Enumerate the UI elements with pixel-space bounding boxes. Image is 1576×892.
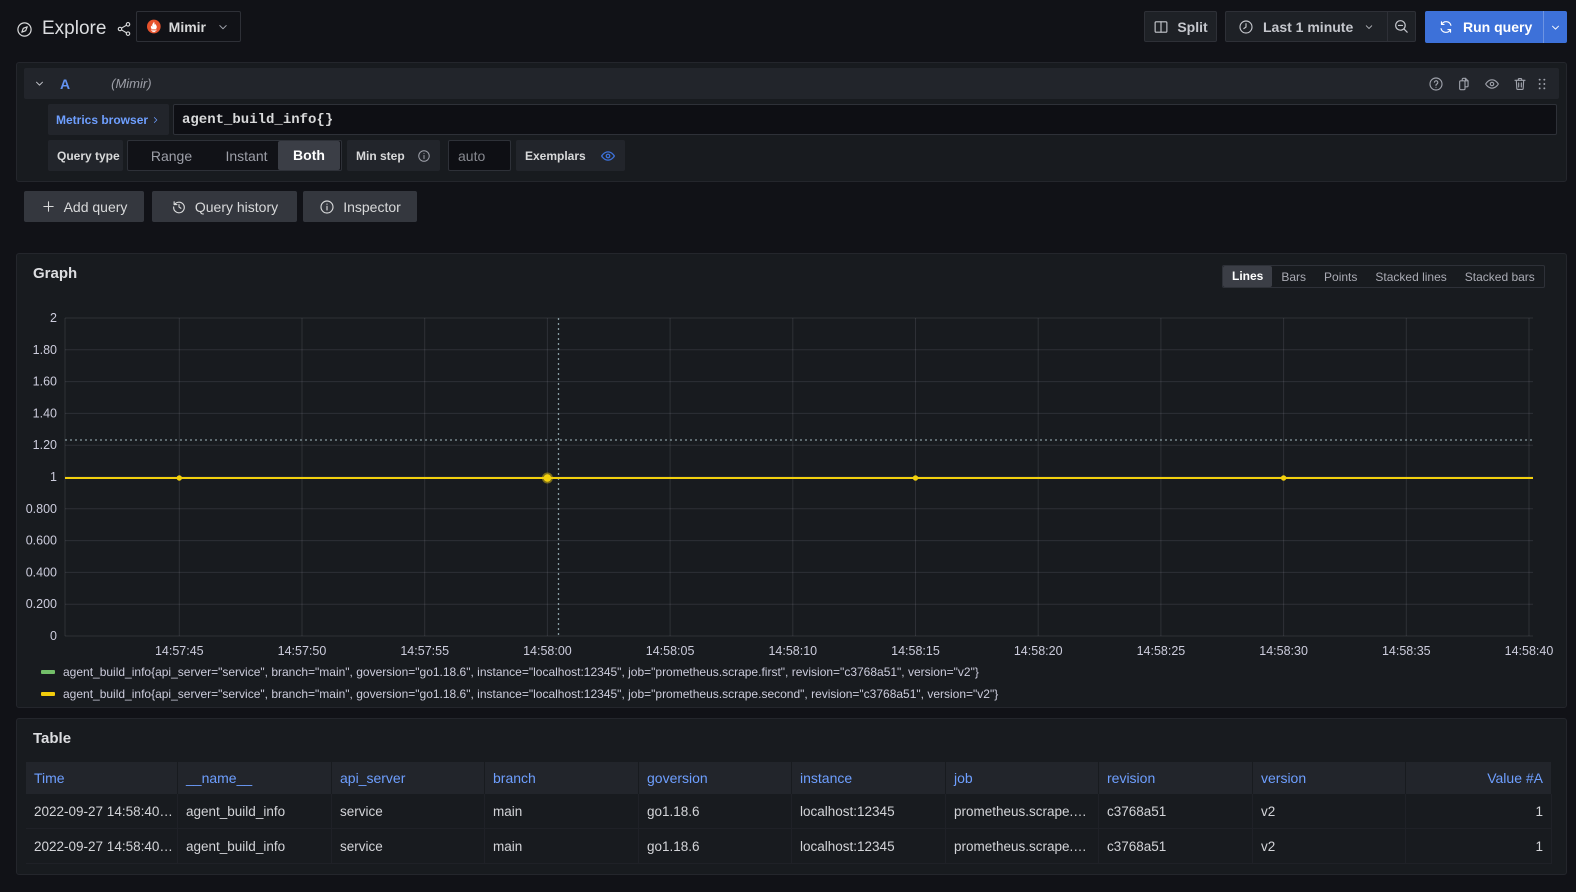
svg-text:14:58:40: 14:58:40 <box>1505 644 1554 658</box>
svg-text:0.800: 0.800 <box>26 502 57 516</box>
svg-text:14:58:25: 14:58:25 <box>1137 644 1186 658</box>
svg-text:1.60: 1.60 <box>33 375 57 389</box>
svg-text:14:58:30: 14:58:30 <box>1259 644 1308 658</box>
svg-text:1.80: 1.80 <box>33 343 57 357</box>
svg-text:2: 2 <box>50 311 57 325</box>
svg-text:1: 1 <box>50 470 57 484</box>
svg-text:14:58:15: 14:58:15 <box>891 644 940 658</box>
svg-text:0.200: 0.200 <box>26 597 57 611</box>
svg-text:14:58:10: 14:58:10 <box>768 644 817 658</box>
svg-text:14:57:45: 14:57:45 <box>155 644 204 658</box>
svg-text:14:58:20: 14:58:20 <box>1014 644 1063 658</box>
svg-text:1.40: 1.40 <box>33 406 57 420</box>
svg-text:14:58:00: 14:58:00 <box>523 644 572 658</box>
svg-text:14:57:50: 14:57:50 <box>278 644 327 658</box>
svg-text:14:57:55: 14:57:55 <box>400 644 449 658</box>
svg-text:0.600: 0.600 <box>26 534 57 548</box>
svg-text:14:58:35: 14:58:35 <box>1382 644 1431 658</box>
svg-text:0.400: 0.400 <box>26 565 57 579</box>
svg-text:0: 0 <box>50 629 57 643</box>
svg-text:1.20: 1.20 <box>33 438 57 452</box>
svg-text:14:58:05: 14:58:05 <box>646 644 695 658</box>
